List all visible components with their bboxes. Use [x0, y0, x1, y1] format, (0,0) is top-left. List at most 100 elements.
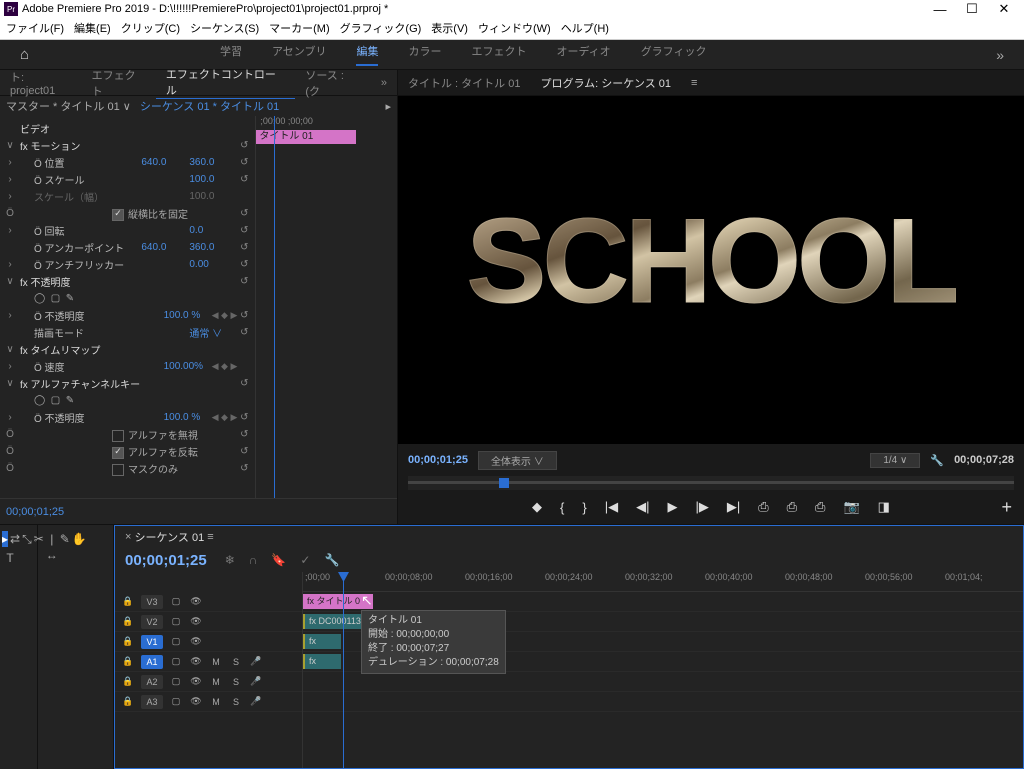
ec-playhead[interactable] [274, 116, 275, 498]
video-monitor[interactable]: SCHOOL [398, 96, 1024, 444]
panel-tab[interactable]: ソース : (ク [295, 67, 371, 99]
transport-button[interactable]: ⎙ [815, 499, 825, 515]
menu-item[interactable]: ヘルプ(H) [561, 20, 609, 37]
scrub-playhead[interactable] [499, 478, 509, 488]
effect-property-row[interactable]: ›スケール（幅）100.0 [0, 188, 255, 205]
source-tab[interactable]: タイトル : タイトル 01 [408, 75, 520, 91]
menu-item[interactable]: マーカー(M) [269, 20, 330, 37]
effect-property-row[interactable]: ›Ö アンチフリッカー0.00↺ [0, 256, 255, 273]
panel-menu-icon[interactable]: ≡ [691, 77, 697, 89]
sync-lock-icon[interactable]: ✓ [300, 553, 310, 567]
add-button-icon[interactable]: + [1001, 497, 1012, 518]
zoom-dropdown[interactable]: 1/4 ∨ [870, 453, 920, 468]
sequence-clip-label[interactable]: シーケンス 01 * タイトル 01 [140, 98, 279, 114]
more-workspaces-button[interactable]: » [996, 47, 1004, 63]
workspace-tab[interactable]: 編集 [356, 43, 378, 66]
panel-tab[interactable]: エフェクトコントロール [156, 66, 295, 99]
transport-button[interactable]: ▶ [667, 499, 677, 515]
effect-property-row[interactable]: 描画モード通常 ∨↺ [0, 324, 255, 341]
menu-item[interactable]: 編集(E) [74, 20, 111, 37]
transport-button[interactable]: { [560, 500, 564, 515]
effect-property-row[interactable]: ∨fx タイムリマップ [0, 341, 255, 358]
ec-clip-bar[interactable]: タイトル 01 [256, 130, 356, 144]
track-header[interactable]: 🔒V2▢👁 [115, 612, 302, 632]
track-lane[interactable]: fx タイトル 0 [303, 592, 1023, 612]
transport-button[interactable]: } [582, 500, 586, 515]
timeline-playhead[interactable] [343, 572, 344, 768]
panel-tab[interactable]: ト: project01 [0, 69, 82, 97]
effect-property-row[interactable]: ›Ö 位置640.0360.0↺ [0, 154, 255, 171]
effect-property-row[interactable]: Öアルファを反転↺ [0, 443, 255, 460]
effect-property-row[interactable]: ›Ö 速度100.00% ◀ ◆ ▶ [0, 358, 255, 375]
menu-item[interactable]: クリップ(C) [121, 20, 180, 37]
effect-property-row[interactable]: ビデオ [0, 120, 255, 137]
track-lane[interactable] [303, 672, 1023, 692]
tool-button[interactable]: ⤡ [22, 531, 32, 547]
workspace-tab[interactable]: カラー [408, 43, 441, 66]
ec-mini-ruler[interactable]: ;00;00 ;00;00 [256, 116, 397, 130]
marker-icon[interactable]: 🔖 [271, 553, 286, 567]
effect-property-row[interactable]: Öマスクのみ↺ [0, 460, 255, 477]
wrench-icon[interactable]: 🔧 [930, 454, 944, 467]
program-tab[interactable]: プログラム: シーケンス 01 [540, 75, 671, 91]
ec-timecode[interactable]: 00;00;01;25 [0, 498, 397, 524]
more-tabs-icon[interactable]: » [371, 77, 397, 89]
time-ruler[interactable]: ;00;0000;00;08;0000;00;16;0000;00;24;000… [303, 572, 1023, 592]
transport-button[interactable]: ⎙ [787, 499, 797, 515]
track-lane[interactable] [303, 692, 1023, 712]
transport-button[interactable]: |◀ [605, 499, 618, 515]
minimize-button[interactable]: — [924, 2, 956, 17]
panel-tab[interactable]: エフェクト [82, 67, 156, 99]
effect-property-row[interactable]: ◯ ▢ ✎ [0, 392, 255, 409]
close-button[interactable]: ✕ [988, 1, 1020, 17]
snap-icon[interactable]: ❄ [225, 553, 235, 567]
menu-item[interactable]: 表示(V) [431, 20, 468, 37]
workspace-tab[interactable]: オーディオ [556, 43, 610, 66]
fit-dropdown[interactable]: 全体表示 ∨ [478, 451, 557, 470]
track-header[interactable]: 🔒A3▢👁MS🎤 [115, 692, 302, 712]
menu-item[interactable]: ファイル(F) [6, 20, 64, 37]
effect-property-row[interactable]: ›Ö 不透明度100.0 % ◀ ◆ ▶ ↺ [0, 307, 255, 324]
effect-property-row[interactable]: ›Ö 不透明度100.0 % ◀ ◆ ▶ ↺ [0, 409, 255, 426]
effect-property-row[interactable]: Ö アンカーポイント640.0360.0↺ [0, 239, 255, 256]
wrench2-icon[interactable]: 🔧 [324, 553, 339, 567]
menu-item[interactable]: グラフィック(G) [340, 20, 422, 37]
effect-property-row[interactable]: Öアルファを無視↺ [0, 426, 255, 443]
timeline-clip[interactable]: fx DC00 [303, 654, 341, 669]
transport-button[interactable]: |▶ [695, 499, 708, 515]
menu-item[interactable]: ウィンドウ(W) [478, 20, 551, 37]
effect-property-row[interactable]: ∨fx 不透明度↺ [0, 273, 255, 290]
track-header[interactable]: 🔒A1▢👁MS🎤 [115, 652, 302, 672]
linked-sel-icon[interactable]: ∩ [249, 553, 258, 567]
sequence-tab[interactable]: シーケンス 01 [134, 529, 204, 545]
workspace-tab[interactable]: エフェクト [471, 43, 526, 66]
transport-button[interactable]: ⎙ [758, 499, 768, 515]
current-time[interactable]: 00;00;01;25 [408, 454, 468, 466]
program-scrubber[interactable] [408, 476, 1014, 490]
track-header[interactable]: 🔒V1▢👁 [115, 632, 302, 652]
track-header[interactable]: 🔒A2▢👁MS🎤 [115, 672, 302, 692]
menu-item[interactable]: シーケンス(S) [190, 20, 259, 37]
tool-button[interactable]: ⇄ [10, 531, 20, 547]
workspace-tab[interactable]: アセンブリ [272, 43, 326, 66]
tool-button[interactable]: T [2, 550, 18, 566]
timeline-clip[interactable]: fx DC00 [303, 634, 341, 649]
effect-property-row[interactable]: ›Ö スケール100.0↺ [0, 171, 255, 188]
effect-property-row[interactable]: Ö縦横比を固定↺ [0, 205, 255, 222]
transport-button[interactable]: ◀| [636, 499, 649, 515]
effect-property-row[interactable]: ◯ ▢ ✎ [0, 290, 255, 307]
transport-button[interactable]: 📷 [843, 499, 859, 515]
home-icon[interactable]: ⌂ [20, 46, 40, 63]
transport-button[interactable]: ▶| [727, 499, 740, 515]
transport-button[interactable]: ◨ [878, 499, 890, 515]
effect-property-row[interactable]: ∨fx モーション↺ [0, 137, 255, 154]
effect-property-row[interactable]: ›Ö 回転0.0↺ [0, 222, 255, 239]
transport-button[interactable]: ◆ [532, 499, 542, 515]
effect-property-row[interactable]: ∨fx アルファチャンネルキー↺ [0, 375, 255, 392]
timeline-timecode[interactable]: 00;00;01;25 [125, 552, 207, 569]
track-header[interactable]: 🔒V3▢👁 [115, 592, 302, 612]
workspace-tab[interactable]: グラフィック [641, 43, 707, 66]
maximize-button[interactable]: ☐ [956, 1, 988, 17]
workspace-tab[interactable]: 学習 [220, 43, 242, 66]
tool-button[interactable]: ▸ [2, 531, 8, 547]
